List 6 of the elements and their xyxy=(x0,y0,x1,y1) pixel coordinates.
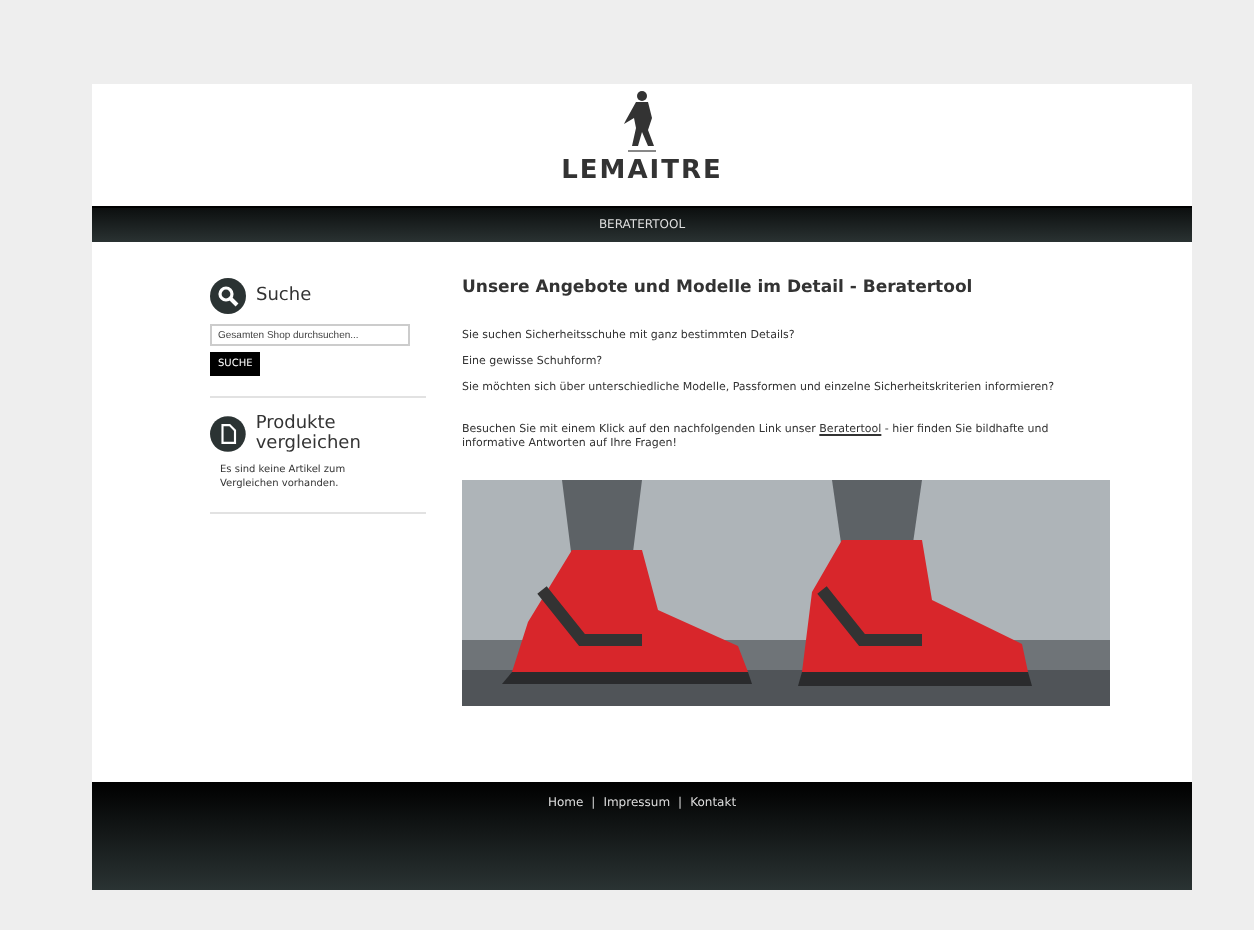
document-icon xyxy=(210,414,246,454)
search-icon xyxy=(210,278,246,314)
brand-logo: LEMAITRE xyxy=(561,158,723,186)
section-title: Suche xyxy=(256,286,312,306)
section-title: Produkte vergleichen xyxy=(255,414,363,454)
page-heading: Unsere Angebote und Modelle im Detail - Beratertool xyxy=(462,278,975,298)
